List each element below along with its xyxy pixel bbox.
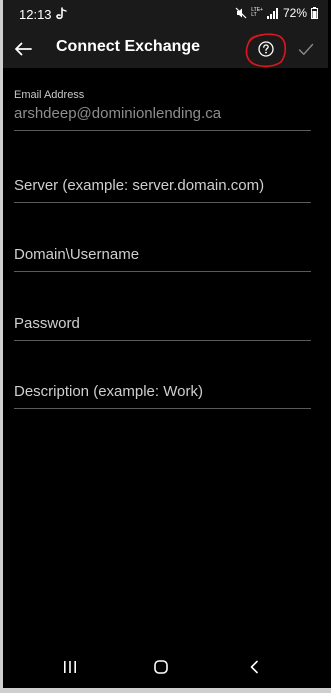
app-bar: Connect Exchange xyxy=(3,30,328,68)
home-button[interactable] xyxy=(146,653,176,681)
screenshot-border-bottom xyxy=(0,688,331,693)
password-field[interactable] xyxy=(14,315,311,340)
domain-username-underline xyxy=(14,271,311,272)
screenshot-border-left xyxy=(0,0,3,693)
email-label: Email Address xyxy=(14,89,85,101)
mute-icon xyxy=(235,7,247,19)
recent-apps-button[interactable] xyxy=(55,653,85,681)
help-button[interactable] xyxy=(253,36,279,62)
domain-username-field-group xyxy=(14,246,311,272)
server-field[interactable] xyxy=(14,177,311,202)
email-field[interactable] xyxy=(14,105,311,130)
email-field-group: Email Address xyxy=(14,89,311,131)
description-field-group xyxy=(14,383,311,409)
back-chevron-icon xyxy=(250,660,258,674)
signal-icon xyxy=(266,7,278,19)
system-nav-bar xyxy=(3,645,328,688)
server-underline xyxy=(14,202,311,203)
notification-icon xyxy=(56,7,67,20)
status-bar: 12:13 LTE+ LT 72% xyxy=(3,0,328,30)
battery-percent: 72% xyxy=(282,6,307,20)
question-circle-icon xyxy=(258,41,274,57)
screen: 12:13 LTE+ LT 72% Connect Exchange Email… xyxy=(0,0,331,693)
status-time: 12:13 xyxy=(19,7,52,22)
battery-icon xyxy=(311,7,318,19)
system-back-button[interactable] xyxy=(239,653,269,681)
back-button[interactable] xyxy=(9,35,37,63)
password-underline xyxy=(14,340,311,341)
password-field-group xyxy=(14,315,311,341)
confirm-button[interactable] xyxy=(293,36,319,62)
description-field[interactable] xyxy=(14,383,311,408)
page-title: Connect Exchange xyxy=(56,38,201,55)
status-icons: LTE+ LT 72% xyxy=(235,6,318,20)
description-underline xyxy=(14,408,311,409)
arrow-left-icon xyxy=(15,42,32,56)
home-icon xyxy=(154,660,168,674)
checkmark-icon xyxy=(298,43,314,55)
lte-indicator: LTE+ LT xyxy=(251,8,263,18)
server-field-group xyxy=(14,177,311,203)
lte-sub-label: LT xyxy=(251,12,257,18)
recent-apps-icon xyxy=(64,661,76,673)
domain-username-field[interactable] xyxy=(14,246,311,271)
email-underline xyxy=(14,130,311,131)
